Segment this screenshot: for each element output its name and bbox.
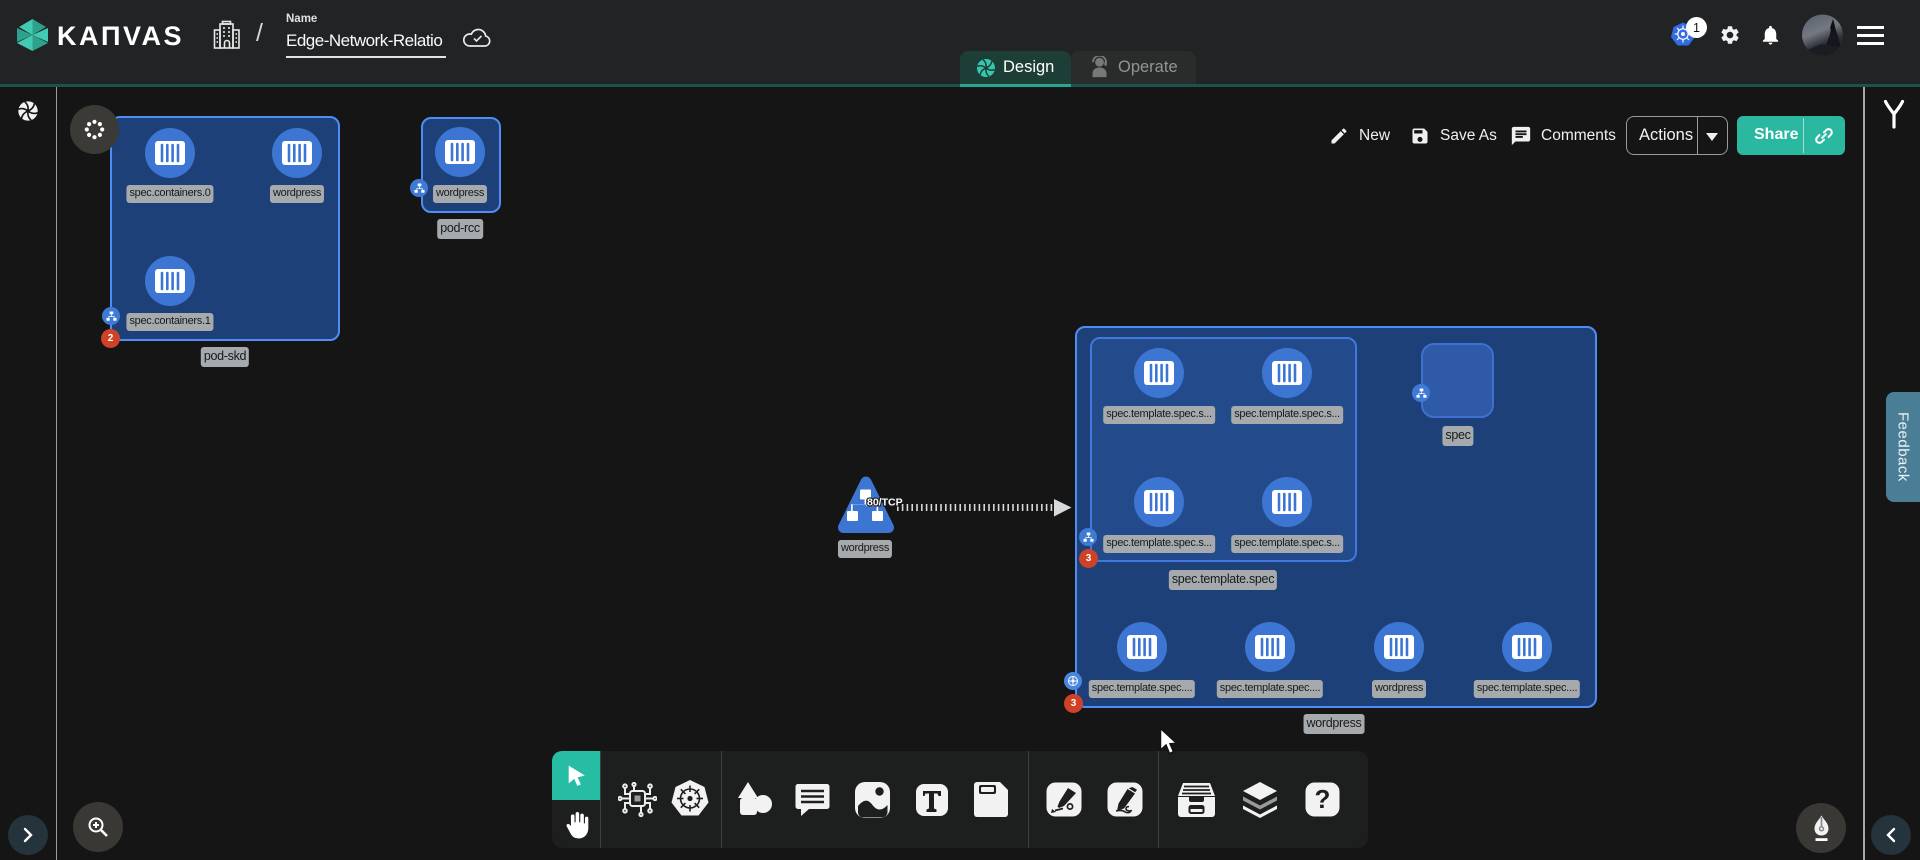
svg-text:?: ?	[1314, 784, 1330, 814]
svg-text:80/TCP: 80/TCP	[867, 497, 903, 509]
